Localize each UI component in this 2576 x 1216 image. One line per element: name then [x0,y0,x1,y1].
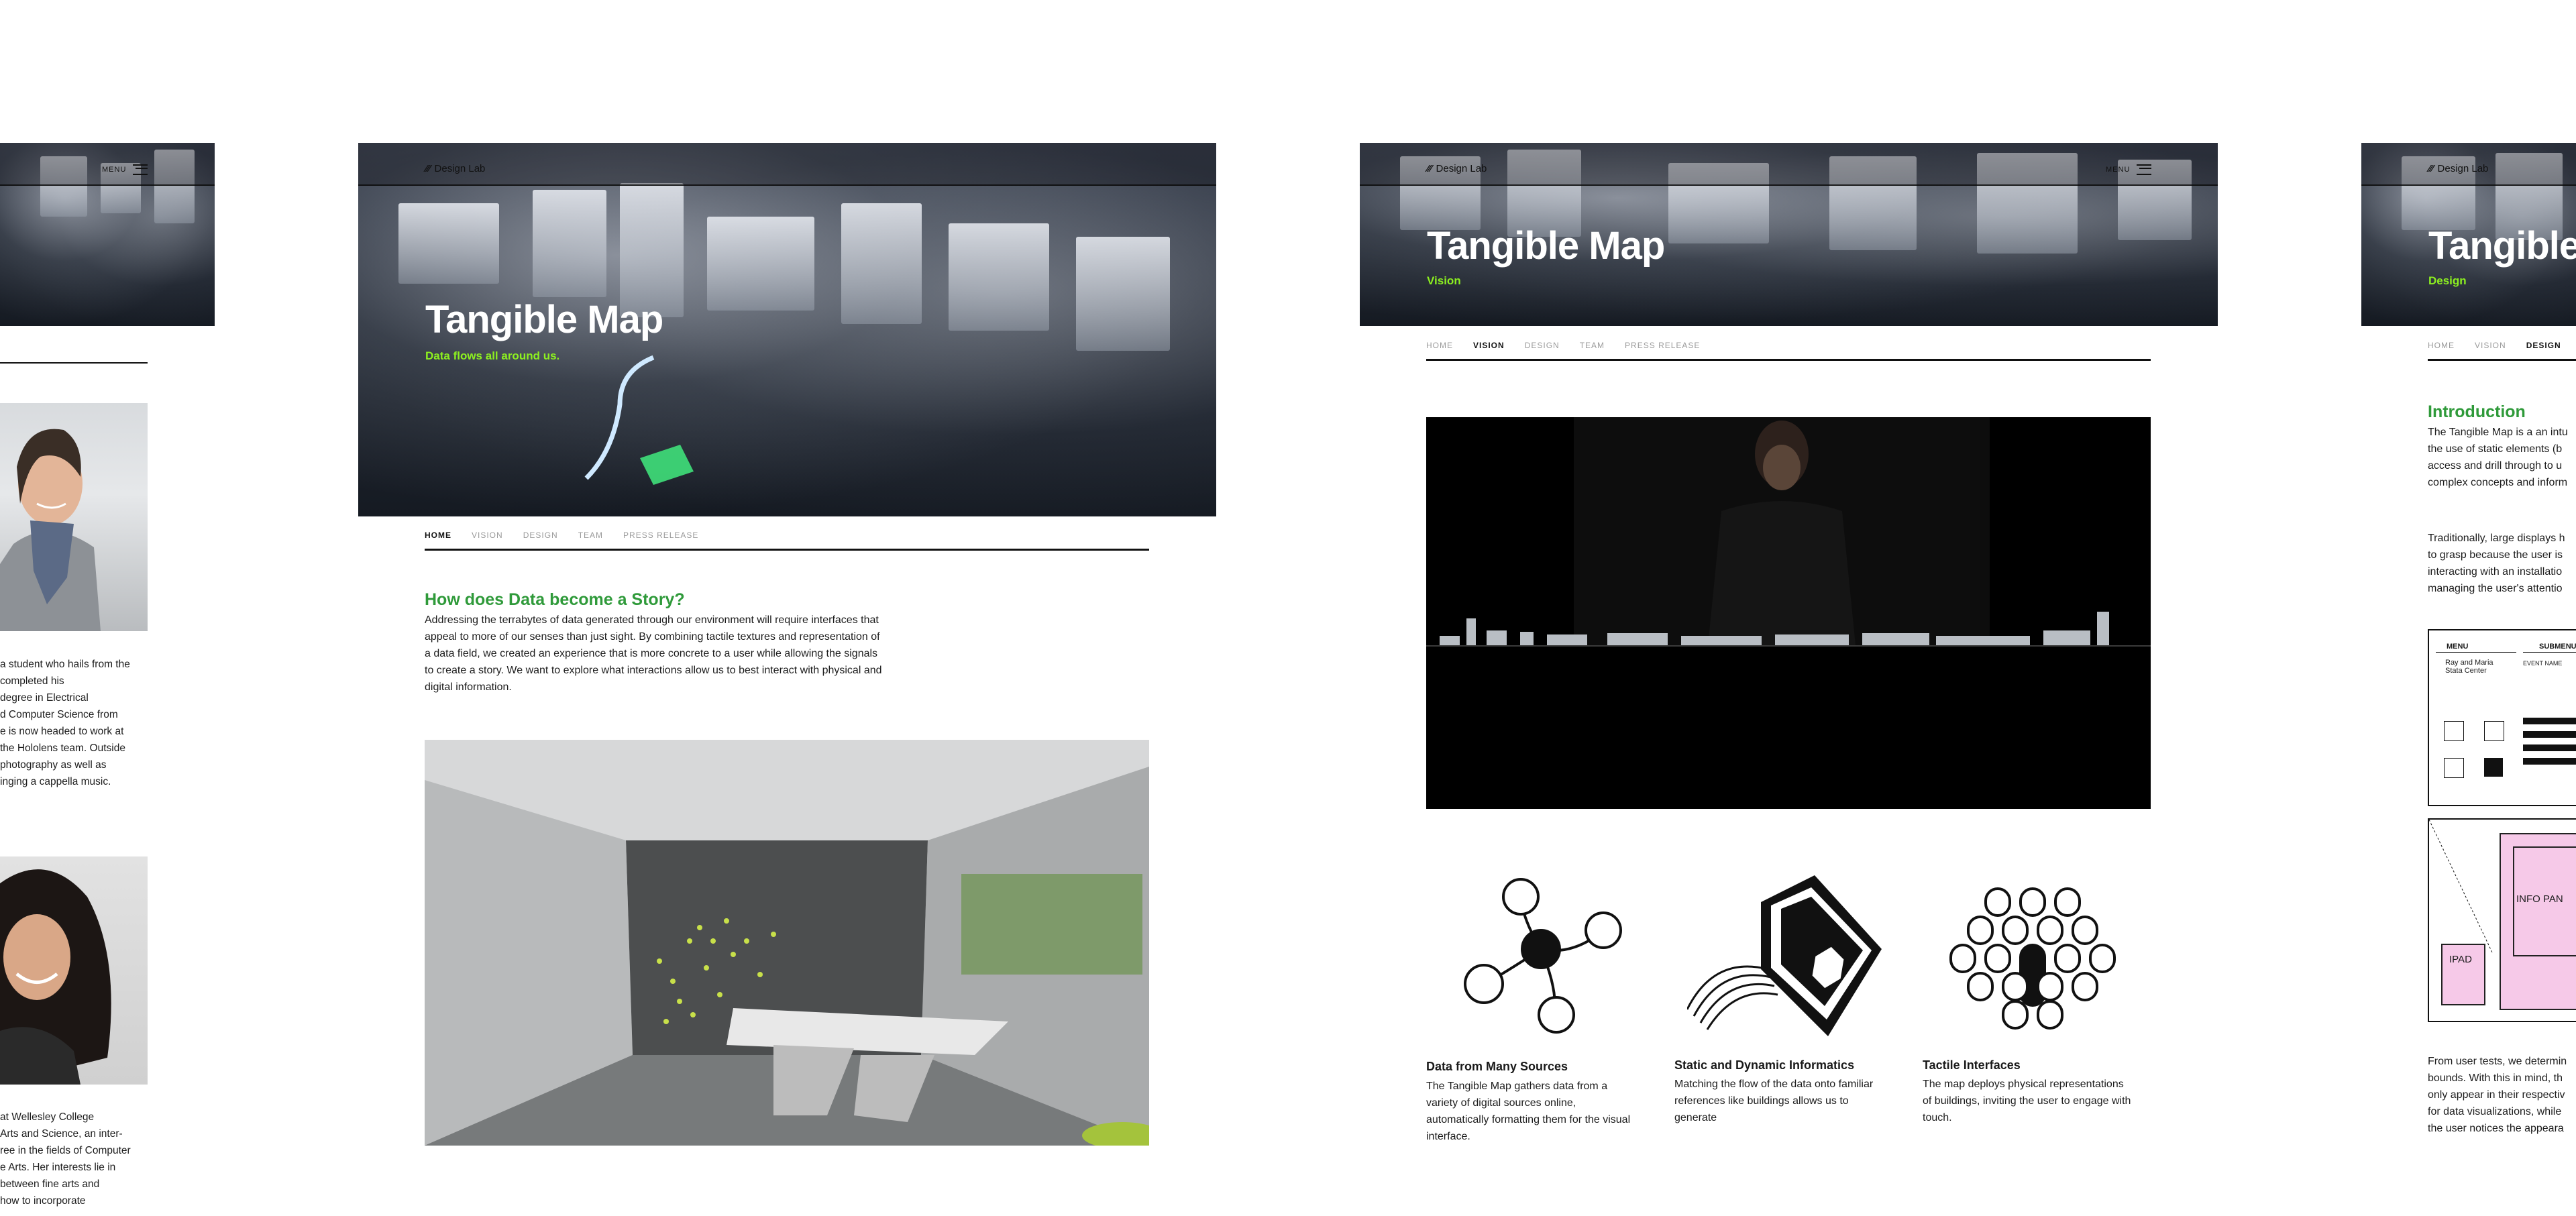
feature-title-1: Data from Many Sources [1426,1060,1568,1073]
wireframe-submenu-label: SUBMENU [2539,643,2576,651]
layout-diagram: INFO PAN IPAD [2428,818,2576,1022]
tab-vision[interactable]: VISION [2475,332,2506,359]
main-tab-bar: HOME VISION DESIGN TEAM PRESS RELEASE [1426,332,2151,361]
feature-title-2: Static and Dynamic Informatics [1674,1058,1855,1072]
tab-team[interactable]: TEAM [1580,332,1605,359]
static-dynamic-icon [1687,875,1882,1036]
team-member-photo-2 [0,856,148,1085]
site-logo[interactable]: ⁄⁄⁄ Design Lab [425,163,485,174]
logo-mark-icon: ⁄⁄⁄ [1427,163,1432,174]
team-bio-2: at Wellesley College Arts and Science, an… [0,1111,131,1207]
menu-label[interactable]: MENU [102,166,126,174]
tab-home[interactable]: HOME [425,522,451,549]
logo-mark-icon: ⁄⁄⁄ [425,163,431,174]
design-paragraph-2: Traditionally, large displays h to grasp … [2428,533,2565,594]
main-tab-bar: HOME VISION DESIGN TEAM PRESS RELEASE [425,522,1149,551]
team-hero-banner: MENU [0,143,215,326]
feature-text-3: The map deploys physical representations… [1923,1079,2131,1123]
tab-home[interactable]: HOME [2428,332,2455,359]
site-logo[interactable]: ⁄⁄⁄ Design Lab [1427,163,1487,174]
installation-rendering-image [425,740,1149,1146]
wireframe-menu-label: MENU [2447,643,2469,651]
tab-home[interactable]: HOME [1426,332,1453,359]
vision-video-player[interactable] [1426,417,2151,809]
logo-mark-icon: ⁄⁄⁄ [2428,163,2434,174]
team-divider [0,362,148,364]
page-tagline: Data flows all around us. [425,349,560,362]
design-hero-banner: ⁄⁄⁄ Design Lab Tangible Design [2361,143,2576,326]
info-panel-label: INFO PAN [2516,893,2563,905]
tab-design[interactable]: DESIGN [2526,332,2561,359]
design-paragraph-1: The Tangible Map is a an intu the use of … [2428,427,2568,488]
team-bio-1: a student who hails from the completed hi… [0,659,130,787]
tab-vision[interactable]: VISION [472,522,503,549]
section-heading: How does Data become a Story? [425,590,685,609]
ipad-label: IPAD [2449,954,2472,965]
section-heading: Introduction [2428,402,2526,421]
vision-hero-banner: ⁄⁄⁄ Design Lab MENU Tangible Map Vision [1360,143,2218,326]
home-hero-banner: ⁄⁄⁄ Design Lab Tangible Map Data flows al… [358,143,1216,516]
page-title: Tangible Map [1427,224,1665,268]
page-title: Tangible [2428,224,2576,268]
feature-text-2: Matching the flow of the data onto famil… [1674,1079,1874,1123]
site-logo[interactable]: ⁄⁄⁄ Design Lab [2428,163,2488,174]
page-title: Tangible Map [425,298,663,341]
tab-team[interactable]: TEAM [578,522,603,549]
intro-paragraph: Addressing the terrabytes of data genera… [425,614,882,693]
feature-title-3: Tactile Interfaces [1923,1058,2021,1072]
tab-press-release[interactable]: PRESS RELEASE [1625,332,1700,359]
page-subtitle: Vision [1427,274,1461,287]
ipad-box [2441,944,2485,1005]
tab-design[interactable]: DESIGN [1525,332,1560,359]
tab-design[interactable]: DESIGN [523,522,558,549]
hamburger-menu-icon[interactable] [2137,164,2151,175]
team-member-photo-1 [0,403,148,631]
wireframe-event-name: EVENT NAME [2523,660,2563,667]
main-tab-bar: HOME VISION DESIGN [2428,332,2576,361]
data-sources-icon [1464,878,1622,1034]
feature-text-1: The Tangible Map gathers data from a vari… [1426,1081,1631,1142]
page-subtitle: Design [2428,274,2467,287]
tab-vision[interactable]: VISION [1473,332,1505,359]
tactile-interfaces-icon [1949,887,2116,1030]
menu-label[interactable]: MENU [2106,166,2130,174]
wireframe-center-name: Ray and Maria Stata Center [2445,659,2493,675]
tab-press-release[interactable]: PRESS RELEASE [623,522,698,549]
design-paragraph-3: From user tests, we determin bounds. With… [2428,1056,2567,1134]
wireframe-diagram: MENU SUBMENU Ray and Maria Stata Center … [2428,629,2576,806]
hamburger-menu-icon[interactable] [133,164,148,175]
